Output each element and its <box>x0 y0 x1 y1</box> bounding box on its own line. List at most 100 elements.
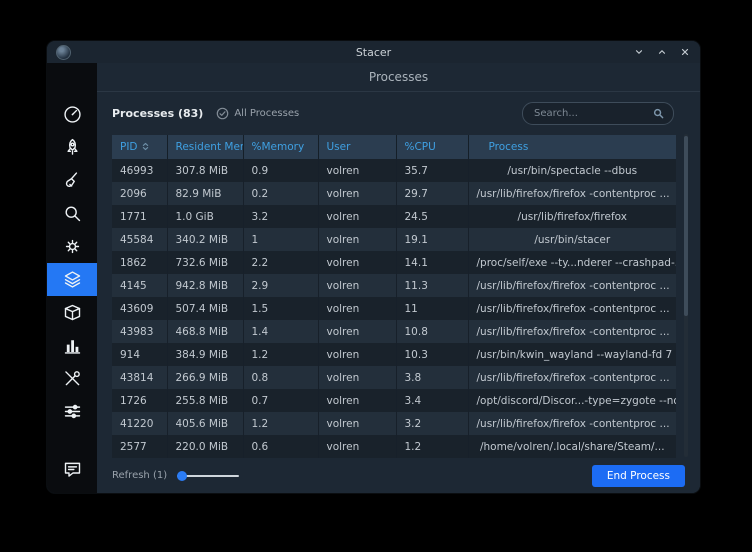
sidebar-item-resources[interactable] <box>47 329 97 362</box>
process-row[interactable]: 45584340.2 MiB1volren19.1/usr/bin/stacer <box>112 228 676 251</box>
sidebar-item-startup-apps[interactable] <box>47 131 97 164</box>
titlebar[interactable]: Stacer <box>47 41 700 63</box>
cell-user: volren <box>318 435 396 458</box>
close-button[interactable] <box>679 46 691 58</box>
cell-pid: 43983 <box>112 320 167 343</box>
cell-cpu_percent: 19.1 <box>396 228 468 251</box>
column-header-process[interactable]: Process <box>468 135 676 159</box>
search-input[interactable] <box>532 107 648 120</box>
cell-resident_memory: 468.8 MiB <box>167 320 243 343</box>
process-row[interactable]: 17711.0 GiB3.2volren24.5/usr/lib/firefox… <box>112 205 676 228</box>
search-icon <box>653 108 664 119</box>
cell-process: /opt/discord/Discor...-type=zygote --no-… <box>468 389 676 412</box>
sort-icon <box>141 142 150 151</box>
cell-process: /usr/bin/stacer <box>468 228 676 251</box>
cell-process: /usr/lib/firefox/firefox -contentproc ..… <box>468 182 676 205</box>
sidebar-item-settings[interactable] <box>47 395 97 428</box>
column-label-user: User <box>327 141 351 153</box>
sidebar-item-dashboard[interactable] <box>47 98 97 131</box>
cell-memory_percent: 0.7 <box>243 389 318 412</box>
cell-resident_memory: 255.8 MiB <box>167 389 243 412</box>
cell-pid: 43609 <box>112 297 167 320</box>
cell-pid: 914 <box>112 343 167 366</box>
uninstaller-icon <box>62 302 83 323</box>
cell-resident_memory: 307.8 MiB <box>167 159 243 182</box>
sidebar-item-helpers[interactable] <box>47 362 97 395</box>
sidebar-item-processes[interactable] <box>47 263 97 296</box>
cell-resident_memory: 384.9 MiB <box>167 343 243 366</box>
cell-process: /proc/self/exe --ty...nderer --crashpad-… <box>468 251 676 274</box>
cell-memory_percent: 1.2 <box>243 412 318 435</box>
cell-cpu_percent: 29.7 <box>396 182 468 205</box>
all-processes-checkbox[interactable]: All Processes <box>216 107 299 120</box>
process-row[interactable]: 1726255.8 MiB0.7volren3.4/opt/discord/Di… <box>112 389 676 412</box>
end-process-button[interactable]: End Process <box>592 465 685 487</box>
process-row[interactable]: 43814266.9 MiB0.8volren3.8/usr/lib/firef… <box>112 366 676 389</box>
scrollbar-handle[interactable] <box>684 136 688 316</box>
toolbar: Processes (83) All Processes <box>97 92 700 135</box>
process-table: PID Resident Mem... %Memory User %CPU Pr… <box>112 135 676 458</box>
sidebar <box>47 63 97 493</box>
cell-resident_memory: 405.6 MiB <box>167 412 243 435</box>
app-logo-icon <box>56 45 71 60</box>
column-header-resident-memory[interactable]: Resident Mem... <box>167 135 243 159</box>
cell-pid: 2096 <box>112 182 167 205</box>
cell-user: volren <box>318 251 396 274</box>
sidebar-item-search[interactable] <box>47 197 97 230</box>
column-label-resident-memory: Resident Mem... <box>176 141 244 153</box>
services-icon <box>62 236 83 257</box>
slider-handle[interactable] <box>177 471 187 481</box>
column-header-memory-percent[interactable]: %Memory <box>243 135 318 159</box>
cell-user: volren <box>318 159 396 182</box>
cell-user: volren <box>318 205 396 228</box>
process-row[interactable]: 43983468.8 MiB1.4volren10.8/usr/lib/fire… <box>112 320 676 343</box>
page-title: Processes <box>369 70 428 84</box>
cell-memory_percent: 1.4 <box>243 320 318 343</box>
process-row[interactable]: 2577220.0 MiB0.6volren1.2/home/volren/.l… <box>112 435 676 458</box>
cell-memory_percent: 0.8 <box>243 366 318 389</box>
cell-user: volren <box>318 182 396 205</box>
column-header-user[interactable]: User <box>318 135 396 159</box>
cell-user: volren <box>318 412 396 435</box>
search-box <box>522 102 674 125</box>
sidebar-item-feedback[interactable] <box>47 453 97 486</box>
refresh-interval-slider[interactable] <box>177 469 239 483</box>
column-header-cpu-percent[interactable]: %CPU <box>396 135 468 159</box>
cell-memory_percent: 2.2 <box>243 251 318 274</box>
stacer-window: Stacer <box>47 41 700 493</box>
chevron-up-icon <box>657 47 667 57</box>
cell-pid: 45584 <box>112 228 167 251</box>
cell-user: volren <box>318 343 396 366</box>
cell-pid: 1726 <box>112 389 167 412</box>
cell-pid: 43814 <box>112 366 167 389</box>
cell-cpu_percent: 10.3 <box>396 343 468 366</box>
process-row[interactable]: 46993307.8 MiB0.9volren35.7/usr/bin/spec… <box>112 159 676 182</box>
process-row[interactable]: 1862732.6 MiB2.2volren14.1/proc/self/exe… <box>112 251 676 274</box>
minimize-button[interactable] <box>633 46 645 58</box>
process-row[interactable]: 209682.9 MiB0.2volren29.7/usr/lib/firefo… <box>112 182 676 205</box>
processes-count-label: Processes (83) <box>112 107 203 120</box>
cell-user: volren <box>318 366 396 389</box>
cell-cpu_percent: 10.8 <box>396 320 468 343</box>
cell-process: /home/volren/.local/share/Steam/... <box>468 435 676 458</box>
sidebar-item-system-cleaner[interactable] <box>47 164 97 197</box>
cell-resident_memory: 732.6 MiB <box>167 251 243 274</box>
cell-cpu_percent: 1.2 <box>396 435 468 458</box>
process-row[interactable]: 41220405.6 MiB1.2volren3.2/usr/lib/firef… <box>112 412 676 435</box>
sidebar-item-services[interactable] <box>47 230 97 263</box>
sidebar-item-uninstaller[interactable] <box>47 296 97 329</box>
cell-cpu_percent: 24.5 <box>396 205 468 228</box>
cell-cpu_percent: 11.3 <box>396 274 468 297</box>
maximize-button[interactable] <box>656 46 668 58</box>
table-scrollbar[interactable] <box>684 134 688 457</box>
process-row[interactable]: 914384.9 MiB1.2volren10.3/usr/bin/kwin_w… <box>112 343 676 366</box>
process-row[interactable]: 43609507.4 MiB1.5volren11/usr/lib/firefo… <box>112 297 676 320</box>
cell-process: /usr/lib/firefox/firefox -contentproc ..… <box>468 320 676 343</box>
startup-apps-icon <box>62 137 83 158</box>
process-row[interactable]: 4145942.8 MiB2.9volren11.3/usr/lib/firef… <box>112 274 676 297</box>
cell-user: volren <box>318 389 396 412</box>
cell-memory_percent: 2.9 <box>243 274 318 297</box>
cell-user: volren <box>318 320 396 343</box>
refresh-label: Refresh (1) <box>112 470 167 481</box>
column-header-pid[interactable]: PID <box>112 135 167 159</box>
